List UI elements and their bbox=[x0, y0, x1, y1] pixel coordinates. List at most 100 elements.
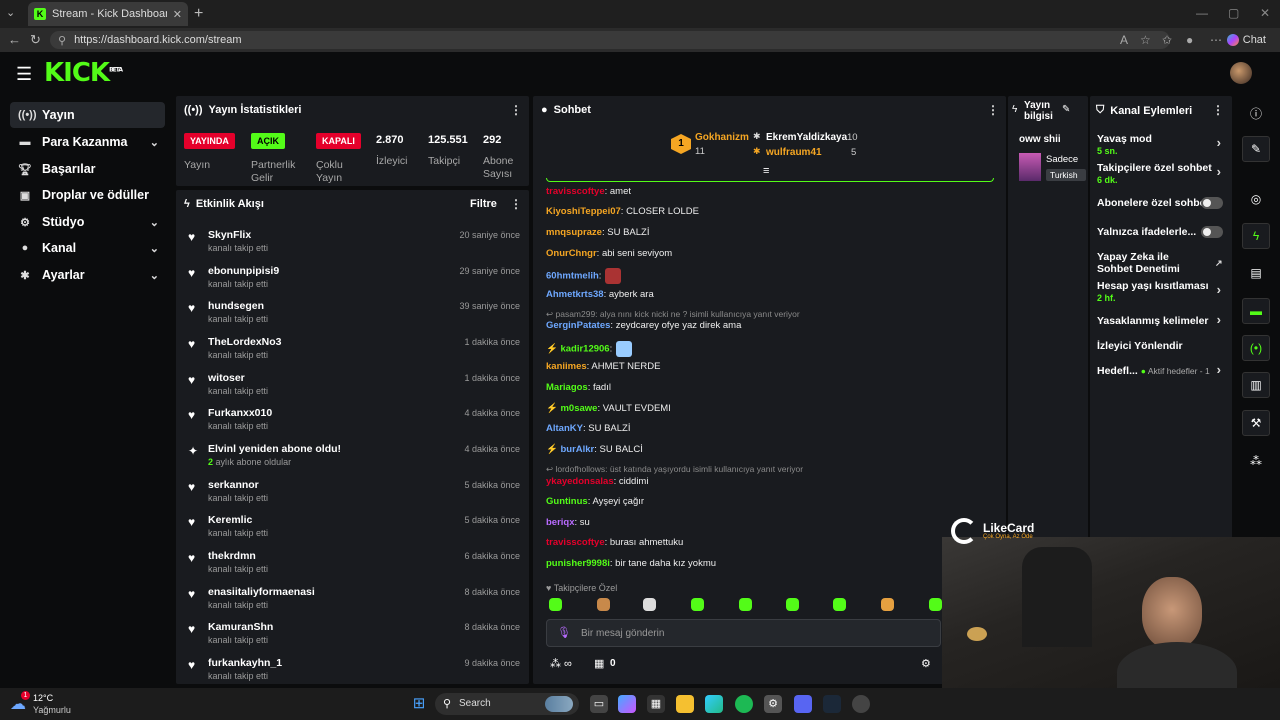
subscribers-only-row[interactable]: Abonelere özel sohbet bbox=[1097, 197, 1227, 209]
file-explorer-icon[interactable] bbox=[676, 695, 694, 713]
edge-browser-icon[interactable] bbox=[705, 695, 723, 713]
emote-shortcut-icon[interactable] bbox=[833, 598, 846, 611]
layout-icon[interactable]: ▥ bbox=[1242, 372, 1270, 398]
activity-row[interactable]: ♥ furkankayhn_1 kanalı takip etti 9 dakika … bbox=[184, 654, 520, 690]
copilot-app-icon[interactable] bbox=[618, 695, 636, 713]
browser-tab[interactable]: K Stream - Kick Dashboard ✕ bbox=[28, 2, 188, 26]
site-info-icon[interactable]: ⚲ bbox=[58, 34, 66, 47]
chat-username[interactable]: beriqx bbox=[546, 517, 575, 528]
account-age-row[interactable]: Hesap yaşı kısıtlaması 2 hf. › bbox=[1097, 280, 1227, 304]
activity-row[interactable]: ✦ Elvinl yeniden abone oldu! 2 aylık abone… bbox=[184, 440, 520, 476]
emote-shortcut-icon[interactable] bbox=[643, 598, 656, 611]
sidebar-item-kanal[interactable]: ● Kanal ⌄ bbox=[10, 235, 165, 261]
sidebar-item-yayin[interactable]: ((•)) Yayın bbox=[10, 102, 165, 128]
activity-row[interactable]: ♥ ebonunpipisi9 kanalı takip etti 29 saniye… bbox=[184, 262, 520, 298]
chat-username[interactable]: 60hmtmelih bbox=[546, 271, 599, 282]
emotes-only-row[interactable]: Yalnızca ifadelerle... bbox=[1097, 226, 1227, 238]
activity-kebab-icon[interactable]: ⋮ bbox=[510, 197, 522, 211]
chat-username[interactable]: KiyoshiTeppei07 bbox=[546, 206, 621, 217]
chat-username[interactable]: kaniimes bbox=[546, 361, 587, 372]
back-icon[interactable]: ← bbox=[8, 32, 21, 47]
emote-shortcut-icon[interactable] bbox=[739, 598, 752, 611]
category-name[interactable]: Sadece bbox=[1046, 154, 1086, 165]
user-avatar[interactable] bbox=[1230, 62, 1252, 84]
raid-row[interactable]: İzleyici Yönlendir bbox=[1097, 340, 1227, 352]
chat-username[interactable]: kadir12906 bbox=[560, 344, 609, 355]
wrench-icon[interactable]: ⚒ bbox=[1242, 410, 1270, 436]
steam-icon[interactable] bbox=[823, 695, 841, 713]
channel-actions-kebab-icon[interactable]: ⋮ bbox=[1212, 103, 1224, 117]
activity-row[interactable]: ♥ Furkanxx010 kanalı takip etti 4 dakika ön… bbox=[184, 404, 520, 440]
banned-words-row[interactable]: Yasaklanmış kelimeler › bbox=[1097, 313, 1227, 327]
chat-bubble-icon[interactable]: ▬ bbox=[1242, 298, 1270, 324]
activity-row[interactable]: ♥ witoser kanalı takip etti 1 dakika önce bbox=[184, 369, 520, 405]
document-icon[interactable]: ▤ bbox=[1242, 260, 1270, 286]
broadcast-icon[interactable]: (•) bbox=[1242, 335, 1270, 361]
activity-row[interactable]: ♥ thekrdmn kanalı takip etti 6 dakika önce bbox=[184, 547, 520, 583]
taskbar-search[interactable]: ⚲ Search bbox=[435, 693, 579, 715]
ai-moderation-row[interactable]: Yapay Zeka ile Sohbet Denetimi ↗ bbox=[1097, 251, 1223, 275]
chat-input[interactable]: 🎙︎ Bir mesaj gönderin bbox=[546, 619, 941, 647]
chat-kebab-icon[interactable]: ⋮ bbox=[987, 103, 999, 117]
filter-button[interactable]: Filtre bbox=[470, 198, 497, 210]
copilot-chat-button[interactable]: Chat bbox=[1221, 31, 1272, 49]
chat-username[interactable]: Ahmetkrts38 bbox=[546, 289, 604, 300]
goals-row[interactable]: Hedefl... ● Aktif hedefler - 1 › bbox=[1097, 363, 1227, 377]
new-tab-icon[interactable]: + bbox=[194, 5, 203, 23]
kick-logo[interactable]: KICKBETA bbox=[44, 58, 123, 88]
emote-shortcut-icon[interactable] bbox=[597, 598, 610, 611]
windows-start-icon[interactable]: ⊞ bbox=[410, 695, 428, 713]
stats-kebab-icon[interactable]: ⋮ bbox=[510, 103, 522, 117]
chat-username[interactable]: travisscoftye bbox=[546, 186, 605, 197]
activity-row[interactable]: ♥ TheLordexNo3 kanalı takip etti 1 dakika ö… bbox=[184, 333, 520, 369]
chat-username[interactable]: ykayedonsalas bbox=[546, 476, 614, 487]
leaderboard-first-name[interactable]: Gokhanizm bbox=[695, 132, 749, 143]
leaderboard-second-name[interactable]: EkremYaldizkaya bbox=[766, 132, 847, 143]
discord-icon[interactable] bbox=[794, 695, 812, 713]
emote-shortcut-icon[interactable] bbox=[549, 598, 562, 611]
sidebar-item-basarilar[interactable]: 🏆︎ Başarılar bbox=[10, 156, 165, 182]
chat-username[interactable]: burAlkr bbox=[560, 444, 594, 455]
spotify-icon[interactable] bbox=[735, 695, 753, 713]
activity-row[interactable]: ♥ KamuranShn kanalı takip etti 8 dakika önc… bbox=[184, 618, 520, 654]
activity-row[interactable]: ♥ serkannor kanalı takip etti 5 dakika önce bbox=[184, 476, 520, 512]
chat-username[interactable]: m0sawe bbox=[560, 403, 597, 414]
window-close-icon[interactable]: ✕ bbox=[1260, 6, 1270, 20]
chat-username[interactable]: AltanKY bbox=[546, 423, 583, 434]
emote-shortcut-icon[interactable] bbox=[929, 598, 942, 611]
tab-actions-icon[interactable]: ⌄ bbox=[6, 6, 15, 19]
slow-mode-row[interactable]: Yavaş mod 5 sn. › bbox=[1097, 133, 1227, 157]
maximize-icon[interactable]: ▢ bbox=[1228, 6, 1239, 20]
chat-username[interactable]: OnurChngr bbox=[546, 248, 597, 259]
obs-icon[interactable] bbox=[852, 695, 870, 713]
activity-row[interactable]: ♥ SkynFlix kanalı takip etti 20 saniye önce bbox=[184, 226, 520, 262]
edit-pencil-icon[interactable]: ✎ bbox=[1242, 136, 1270, 162]
close-tab-icon[interactable]: ✕ bbox=[173, 8, 182, 21]
viewers-icon[interactable]: ⁂ ∞ bbox=[550, 657, 572, 670]
store-icon[interactable]: ▦ bbox=[594, 657, 604, 670]
hamburger-menu-icon[interactable]: ☰ bbox=[16, 64, 32, 85]
info-icon[interactable]: ⓘ bbox=[1242, 100, 1270, 126]
camera-icon[interactable]: ◎ bbox=[1242, 186, 1270, 212]
emote-shortcut-icon[interactable] bbox=[881, 598, 894, 611]
read-aloud-icon[interactable]: A bbox=[1120, 33, 1128, 47]
chat-username[interactable]: Mariagos bbox=[546, 382, 588, 393]
favorite-star-icon[interactable]: ☆ bbox=[1140, 33, 1151, 47]
emote-shortcut-icon[interactable] bbox=[691, 598, 704, 611]
activity-row[interactable]: ♥ hundsegen kanalı takip etti 39 saniye önc… bbox=[184, 297, 520, 333]
emotes-only-toggle[interactable] bbox=[1201, 226, 1223, 238]
leaderboard-third-name[interactable]: wulfraum41 bbox=[766, 147, 822, 158]
url-bar[interactable]: ⚲ https://dashboard.kick.com/stream bbox=[50, 31, 1170, 49]
chat-username[interactable]: mnqsupraze bbox=[546, 227, 602, 238]
task-view-icon[interactable]: ▭ bbox=[590, 695, 608, 713]
chat-username[interactable]: punisher9998i bbox=[546, 558, 610, 569]
emote-shortcut-icon[interactable] bbox=[786, 598, 799, 611]
chat-settings-icon[interactable]: ⚙ bbox=[921, 657, 931, 670]
sidebar-item-para-kazanma[interactable]: ▬ Para Kazanma ⌄ bbox=[10, 129, 165, 155]
collapse-icon[interactable]: ≡ bbox=[763, 165, 769, 177]
sidebar-item-studyo[interactable]: ⚙ Stüdyo ⌄ bbox=[10, 209, 165, 235]
chat-username[interactable]: GerginPatates bbox=[546, 320, 610, 331]
favorites-icon[interactable]: ✩ bbox=[1162, 33, 1172, 47]
sidebar-item-ayarlar[interactable]: ✱ Ayarlar ⌄ bbox=[10, 262, 165, 288]
refresh-icon[interactable]: ↻ bbox=[30, 32, 41, 48]
